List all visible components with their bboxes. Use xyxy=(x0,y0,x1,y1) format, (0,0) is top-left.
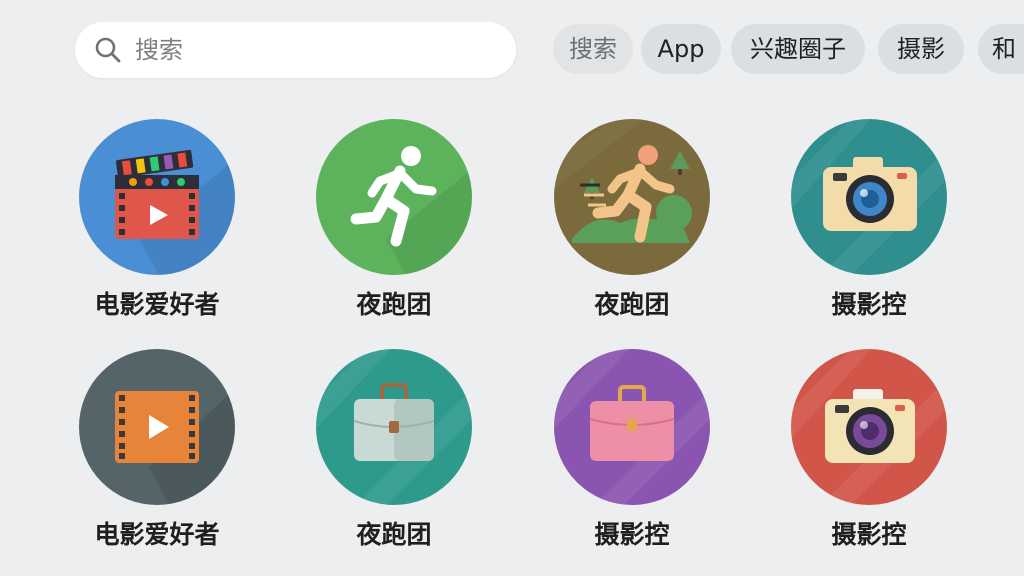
group-avatar xyxy=(554,349,710,505)
group-tile-night-run[interactable]: 夜跑团 xyxy=(314,119,474,329)
trail-runner-icon xyxy=(554,119,710,275)
chip-more[interactable]: 和 xyxy=(978,24,1024,74)
tile-label: 电影爱好者 xyxy=(94,520,220,549)
film-play-icon xyxy=(79,349,235,505)
group-tile-movie-fans-2[interactable]: 电影爱好者 xyxy=(77,349,237,559)
group-avatar xyxy=(79,349,235,505)
briefcase-icon xyxy=(316,349,472,505)
search-bar[interactable] xyxy=(75,22,516,78)
group-tile-movie-fans[interactable]: 电影爱好者 xyxy=(77,119,237,329)
tile-label: 夜跑团 xyxy=(356,290,432,319)
group-tile-night-run-2[interactable]: 夜跑团 xyxy=(314,349,474,559)
search-input[interactable] xyxy=(133,35,497,65)
tile-label: 夜跑团 xyxy=(594,290,670,319)
briefcase-icon xyxy=(554,349,710,505)
group-avatar xyxy=(791,349,947,505)
group-avatar xyxy=(79,119,235,275)
group-avatar xyxy=(791,119,947,275)
group-tile-photo-fans[interactable]: 摄影控 xyxy=(789,119,949,329)
chip-app[interactable]: App xyxy=(641,24,721,74)
group-avatar xyxy=(316,349,472,505)
chip-search[interactable]: 搜索 xyxy=(553,24,633,74)
runner-icon xyxy=(316,119,472,275)
camera-icon xyxy=(791,349,947,505)
tile-label: 摄影控 xyxy=(594,520,670,549)
tile-label: 摄影控 xyxy=(831,520,907,549)
chip-photography[interactable]: 摄影 xyxy=(878,24,964,74)
group-avatar xyxy=(316,119,472,275)
chip-interest-circles[interactable]: 兴趣圈子 xyxy=(731,24,865,74)
filter-chip-bar: 搜索 App 兴趣圈子 摄影 和 xyxy=(553,24,1024,76)
tile-label: 摄影控 xyxy=(831,290,907,319)
tile-label: 夜跑团 xyxy=(356,520,432,549)
tile-label: 电影爱好者 xyxy=(94,290,220,319)
group-tile-photo-fans-2[interactable]: 摄影控 xyxy=(552,349,712,559)
search-icon xyxy=(95,37,121,63)
group-tile-trail-run[interactable]: 夜跑团 xyxy=(552,119,712,329)
group-tile-photo-fans-3[interactable]: 摄影控 xyxy=(789,349,949,559)
group-avatar xyxy=(554,119,710,275)
film-clapper-icon xyxy=(79,119,235,275)
camera-icon xyxy=(791,119,947,275)
